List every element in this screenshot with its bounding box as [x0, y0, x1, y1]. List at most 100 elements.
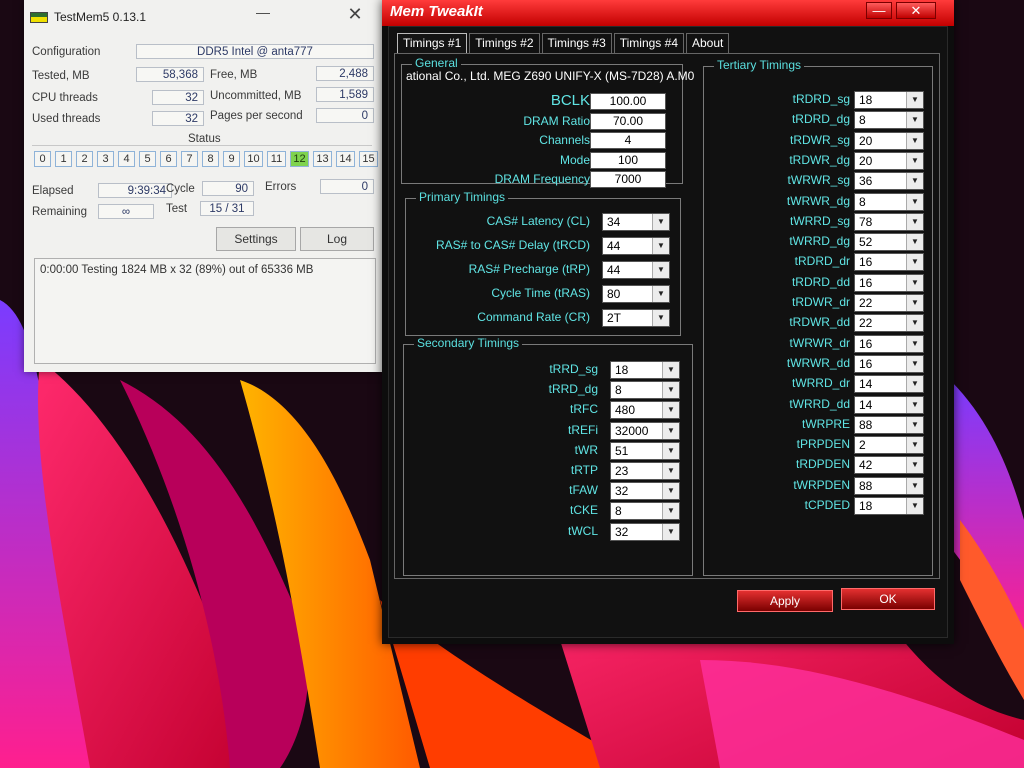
thread-status-cell: 6: [160, 151, 177, 167]
tertiary-dropdown[interactable]: 2 ▼: [854, 436, 924, 455]
secondary-dropdown[interactable]: 32000 ▼: [610, 421, 680, 440]
chevron-down-icon[interactable]: ▼: [662, 402, 679, 419]
secondary-dropdown[interactable]: 8 ▼: [610, 502, 680, 521]
primary-dropdown[interactable]: 34 ▼: [602, 213, 670, 231]
chevron-down-icon[interactable]: ▼: [906, 457, 923, 474]
chevron-down-icon[interactable]: ▼: [906, 234, 923, 251]
ok-button[interactable]: OK: [841, 588, 935, 610]
tertiary-dropdown[interactable]: 42 ▼: [854, 456, 924, 475]
close-icon[interactable]: ✕: [344, 4, 366, 24]
tertiary-label-twrrd-dd: tWRRD_dd: [789, 396, 850, 411]
errors-label: Errors: [265, 181, 297, 193]
chevron-down-icon[interactable]: ▼: [652, 310, 669, 326]
tertiary-dropdown[interactable]: 78 ▼: [854, 212, 924, 231]
primary-dropdown[interactable]: 2T ▼: [602, 309, 670, 327]
thread-status-cell: 0: [34, 151, 51, 167]
secondary-dropdown-value: 32: [615, 484, 629, 499]
tertiary-dropdown[interactable]: 16 ▼: [854, 273, 924, 292]
used-threads-value: 32: [152, 111, 204, 126]
tertiary-dropdown[interactable]: 8 ▼: [854, 192, 924, 211]
general-group: General ational Co., Ltd. MEG Z690 UNIFY…: [401, 56, 694, 188]
tab-about[interactable]: About: [686, 33, 730, 53]
secondary-dropdown[interactable]: 8 ▼: [610, 381, 680, 400]
tertiary-dropdown[interactable]: 20 ▼: [854, 151, 924, 170]
chevron-down-icon[interactable]: ▼: [906, 173, 923, 190]
chevron-down-icon[interactable]: ▼: [906, 254, 923, 271]
free-label: Free, MB: [210, 69, 258, 81]
tab-timings-1[interactable]: Timings #1: [397, 33, 468, 53]
thread-status-cell: 12: [290, 151, 309, 167]
chevron-down-icon[interactable]: ▼: [662, 382, 679, 399]
tertiary-dropdown[interactable]: 14 ▼: [854, 375, 924, 394]
tertiary-dropdown[interactable]: 20 ▼: [854, 131, 924, 150]
chevron-down-icon[interactable]: ▼: [906, 152, 923, 169]
tertiary-dropdown[interactable]: 88 ▼: [854, 476, 924, 495]
chevron-down-icon[interactable]: ▼: [906, 213, 923, 230]
chevron-down-icon[interactable]: ▼: [662, 523, 679, 540]
tertiary-dropdown[interactable]: 36 ▼: [854, 172, 924, 191]
tab-timings-3[interactable]: Timings #3: [541, 33, 612, 53]
tertiary-dropdown[interactable]: 88 ▼: [854, 415, 924, 434]
close-icon[interactable]: ✕: [896, 2, 936, 19]
secondary-dropdown[interactable]: 32 ▼: [610, 482, 680, 501]
testmem5-titlebar[interactable]: TestMem5 0.13.1 — ✕: [24, 0, 384, 32]
chevron-down-icon[interactable]: ▼: [906, 437, 923, 454]
settings-button[interactable]: Settings: [216, 227, 296, 251]
chevron-down-icon[interactable]: ▼: [906, 416, 923, 433]
chevron-down-icon[interactable]: ▼: [652, 214, 669, 230]
minimize-icon[interactable]: —: [866, 2, 892, 19]
chevron-down-icon[interactable]: ▼: [906, 193, 923, 210]
tertiary-dropdown[interactable]: 16 ▼: [854, 334, 924, 353]
tertiary-dropdown[interactable]: 14 ▼: [854, 395, 924, 414]
chevron-down-icon[interactable]: ▼: [906, 355, 923, 372]
minimize-icon[interactable]: —: [252, 4, 274, 24]
chevron-down-icon[interactable]: ▼: [662, 422, 679, 439]
primary-dropdown[interactable]: 44 ▼: [602, 237, 670, 255]
primary-dropdown[interactable]: 80 ▼: [602, 285, 670, 303]
apply-button[interactable]: Apply: [737, 590, 833, 612]
chevron-down-icon[interactable]: ▼: [652, 262, 669, 278]
tertiary-dropdown-value: 42: [859, 458, 873, 473]
tertiary-dropdown[interactable]: 22 ▼: [854, 294, 924, 312]
tertiary-label-trdwr-dr: tRDWR_dr: [791, 295, 850, 309]
secondary-dropdown[interactable]: 32 ▼: [610, 522, 680, 541]
configuration-label: Configuration: [32, 46, 101, 58]
chevron-down-icon[interactable]: ▼: [662, 463, 679, 479]
chevron-down-icon[interactable]: ▼: [662, 503, 679, 520]
tertiary-dropdown[interactable]: 16 ▼: [854, 253, 924, 272]
elapsed-value: 9:39:34: [98, 183, 172, 198]
secondary-dropdown[interactable]: 480 ▼: [610, 401, 680, 420]
chevron-down-icon[interactable]: ▼: [662, 483, 679, 500]
tab-timings-4[interactable]: Timings #4: [613, 33, 684, 53]
chevron-down-icon[interactable]: ▼: [906, 315, 923, 332]
chevron-down-icon[interactable]: ▼: [906, 376, 923, 393]
secondary-dropdown[interactable]: 51 ▼: [610, 441, 680, 460]
chevron-down-icon[interactable]: ▼: [906, 92, 923, 108]
chevron-down-icon[interactable]: ▼: [906, 132, 923, 149]
secondary-dropdown[interactable]: 18 ▼: [610, 361, 680, 379]
test-log[interactable]: 0:00:00 Testing 1824 MB x 32 (89%) out o…: [34, 258, 376, 364]
chevron-down-icon[interactable]: ▼: [906, 477, 923, 494]
tertiary-dropdown[interactable]: 18 ▼: [854, 497, 924, 515]
tertiary-dropdown[interactable]: 52 ▼: [854, 233, 924, 252]
chevron-down-icon[interactable]: ▼: [906, 112, 923, 129]
chevron-down-icon[interactable]: ▼: [652, 238, 669, 254]
tertiary-dropdown[interactable]: 22 ▼: [854, 314, 924, 333]
tertiary-dropdown[interactable]: 18 ▼: [854, 91, 924, 109]
chevron-down-icon[interactable]: ▼: [662, 442, 679, 459]
chevron-down-icon[interactable]: ▼: [662, 362, 679, 378]
chevron-down-icon[interactable]: ▼: [906, 396, 923, 413]
chevron-down-icon[interactable]: ▼: [906, 274, 923, 291]
tertiary-dropdown[interactable]: 8 ▼: [854, 111, 924, 130]
chevron-down-icon[interactable]: ▼: [652, 286, 669, 302]
memtweakit-titlebar[interactable]: Mem TweakIt — ✕: [382, 0, 954, 26]
chevron-down-icon[interactable]: ▼: [906, 295, 923, 311]
primary-dropdown[interactable]: 44 ▼: [602, 261, 670, 279]
secondary-dropdown[interactable]: 23 ▼: [610, 462, 680, 480]
log-button[interactable]: Log: [300, 227, 374, 251]
chevron-down-icon[interactable]: ▼: [906, 335, 923, 352]
tertiary-label-trdwr-sg: tRDWR_sg: [789, 132, 850, 147]
chevron-down-icon[interactable]: ▼: [906, 498, 923, 514]
tertiary-dropdown[interactable]: 16 ▼: [854, 354, 924, 373]
tab-timings-2[interactable]: Timings #2: [469, 33, 540, 53]
